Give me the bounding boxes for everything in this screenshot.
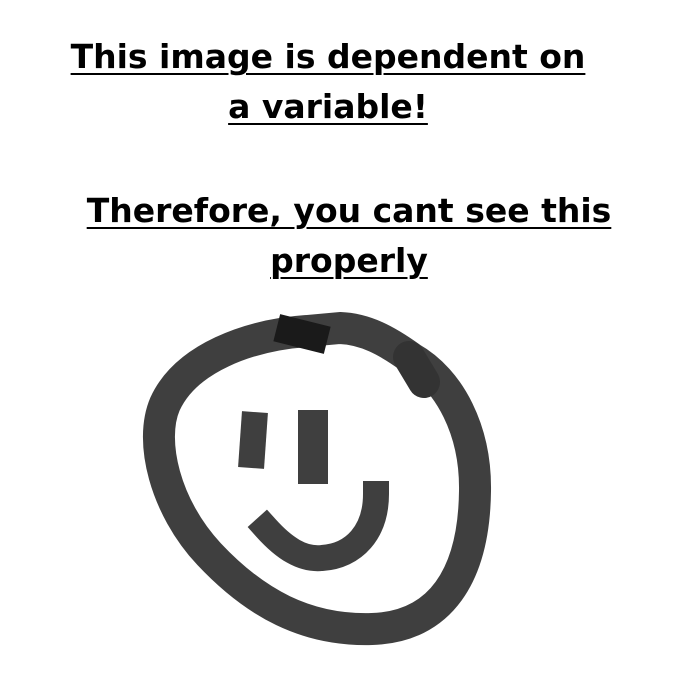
smiley-face-icon bbox=[143, 312, 492, 646]
smile-mouth bbox=[247, 480, 390, 572]
image-canvas: { "message": { "line1": "This image is d… bbox=[0, 0, 700, 700]
right-eye bbox=[298, 410, 328, 484]
left-eye bbox=[238, 411, 268, 469]
